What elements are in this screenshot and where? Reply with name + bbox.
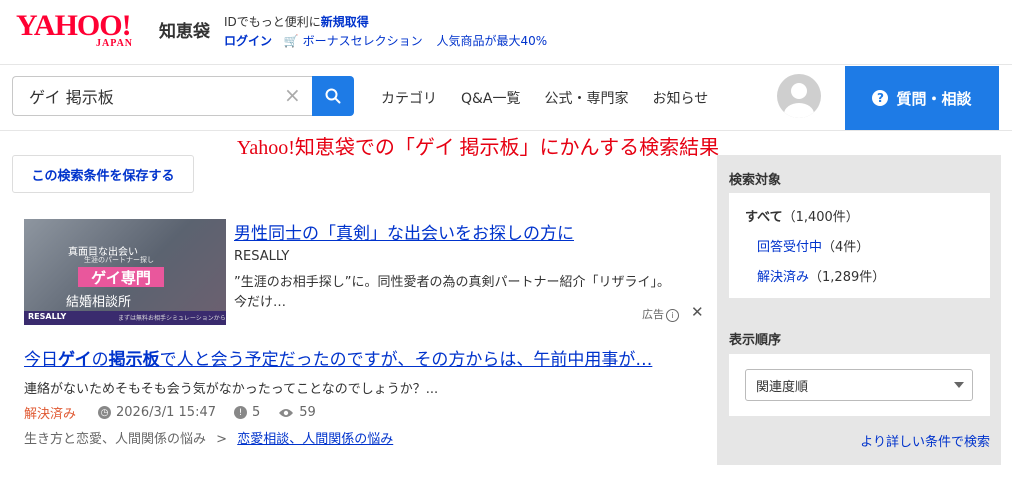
search-query: ゲイ 掲示板 [29,88,114,107]
status-badge: 解決済み [24,407,77,422]
eye-icon [279,408,294,417]
promo-text: IDでもっと便利に [224,15,321,29]
ad-image-line2: 生涯のパートナー探し [84,256,154,264]
ad-brand: RESALLY [234,249,290,264]
search-button[interactable] [312,76,354,116]
answer-icon: ! [234,406,247,419]
question-title-link[interactable]: 今日ゲイの掲示板で人と会う予定だったのですが、その方からは、午前中用事が… [24,345,652,370]
chevron-down-icon [954,382,964,388]
view-count-text: 59 [299,405,316,420]
ad-image-bar: RESALLY まずは無料お相手シミュレーションから [24,311,226,325]
nav-official[interactable]: 公式・専門家 [545,91,629,107]
sort-box: 関連度順 [729,354,990,416]
question-snippet: 連絡がないためそもそも会う気がなかったってことなのでしょうか？... [24,382,439,397]
question-title-part: 今日 [24,350,58,370]
category-parent[interactable]: 生き方と恋愛、人間関係の悩み [24,432,206,447]
answer-count: ! 5 [234,405,260,420]
filter-solved-count: （1,289件） [809,270,886,285]
question-meta: 解決済み ◷ 2026/3/1 15:47 ! 5 59 [24,403,334,422]
target-filter-box: すべて（1,400件） 回答受付中（4件） 解決済み（1,289件） [729,193,990,298]
question-title-part: の [91,350,109,370]
answer-count-text: 5 [252,405,261,420]
bonus-link[interactable]: ボーナスセレクション [303,34,423,48]
yahoo-logo[interactable]: YAHOO! JAPAN 知恵袋 [16,9,210,50]
filter-open[interactable]: 回答受付中（4件） [757,236,869,255]
info-icon: i [666,308,679,322]
logo-sub: JAPAN [96,38,134,49]
cart-icon: 🛒 [283,34,299,48]
user-icon [784,83,814,118]
service-name[interactable]: 知恵袋 [159,17,210,42]
ad-image-line4: 結婚相談所 [66,295,132,310]
ad-image-note: まずは無料お相手シミュレーションから [118,315,226,322]
promo-line: IDでもっと便利に新規取得 [224,13,547,32]
ad-description: ”生涯のお相手探し”に。同性愛者の為の真剣パートナー紹介「リザライ」。今だけ… [234,275,670,310]
advanced-search-link[interactable]: より詳しい条件で検索 [860,431,990,450]
login-line: ログイン 🛒 ボーナスセレクション 人気商品が最大40% [224,32,547,51]
question-icon: ? [872,90,889,106]
question-title-highlight: ゲイ [58,350,92,370]
avatar[interactable] [777,74,821,118]
question-title-part: で人と会う予定だったのですが、その方からは、午前中用事が… [159,350,653,370]
sort-heading: 表示順序 [729,333,782,348]
ad-label[interactable]: 広告 i [642,306,679,322]
bonus-sub-link[interactable]: 人気商品が最大40% [436,34,547,48]
header-links: IDでもっと便利に新規取得 ログイン 🛒 ボーナスセレクション 人気商品が最大4… [224,13,547,51]
save-search-button[interactable]: この検索条件を保存する [12,155,194,193]
filter-all[interactable]: すべて（1,400件） [745,206,859,225]
ad-image[interactable]: 真面目な出会い 生涯のパートナー探し ゲイ専門 結婚相談所 RESALLY まず… [24,219,226,325]
clock-icon: ◷ [98,406,112,419]
ask-label: 質問・相談 [896,89,972,108]
result-title-text: Yahoo!知恵袋での「ゲイ 掲示板」にかんする検索結果 [236,137,720,159]
breadcrumb: 生き方と恋愛、人間関係の悩み > 恋愛相談、人間関係の悩み [24,428,393,447]
ad-image-brand: RESALLY [28,312,67,321]
login-link[interactable]: ログイン [224,34,272,48]
clear-icon[interactable]: × [284,85,301,105]
datetime-text: 2026/3/1 15:47 [116,405,216,420]
target-heading: 検索対象 [729,173,782,188]
category-child-link[interactable]: 恋愛相談、人間関係の悩み [237,432,393,447]
nav-category[interactable]: カテゴリ [381,91,437,107]
ad-image-line3: ゲイ専門 [78,267,164,287]
search-icon [325,88,341,104]
logo-text: YAHOO! [16,9,132,42]
search-sidebar: 検索対象 すべて（1,400件） 回答受付中（4件） 解決済み（1,289件） … [717,155,1001,465]
view-count: 59 [278,405,316,420]
filter-all-count: （1,400件） [782,210,859,225]
filter-all-label: すべて [745,210,783,225]
filter-open-count: （4件） [822,240,870,255]
site-header: YAHOO! JAPAN 知恵袋 IDでもっと便利に新規取得 ログイン 🛒 ボー… [0,0,1012,65]
close-icon[interactable]: ✕ [691,303,704,321]
filter-open-label[interactable]: 回答受付中 [757,240,822,255]
nav-notice[interactable]: お知らせ [653,91,709,107]
main-nav: カテゴリ Q&A一覧 公式・専門家 お知らせ [381,88,732,108]
nav-qa-list[interactable]: Q&A一覧 [461,91,521,107]
search-input[interactable]: ゲイ 掲示板 [12,76,312,116]
register-link[interactable]: 新規取得 [321,15,369,29]
filter-solved[interactable]: 解決済み（1,289件） [757,266,885,285]
question-datetime: ◷ 2026/3/1 15:47 [98,405,216,420]
ad-title-link[interactable]: 男性同士の「真剣」な出会いをお探しの方に [234,219,574,244]
filter-solved-label[interactable]: 解決済み [757,270,809,285]
sort-value: 関連度順 [756,379,809,395]
question-title-highlight: 掲示板 [108,350,160,370]
ask-question-button[interactable]: ? 質問・相談 [845,66,999,130]
sort-select[interactable]: 関連度順 [745,369,973,401]
ad-result: 真面目な出会い 生涯のパートナー探し ゲイ専門 結婚相談所 RESALLY まず… [24,219,712,329]
breadcrumb-sep: > [216,432,228,447]
ad-label-text: 広告 [642,308,664,321]
search-row: ゲイ 掲示板 × カテゴリ Q&A一覧 公式・専門家 お知らせ ? 質問・相談 [0,65,1012,131]
